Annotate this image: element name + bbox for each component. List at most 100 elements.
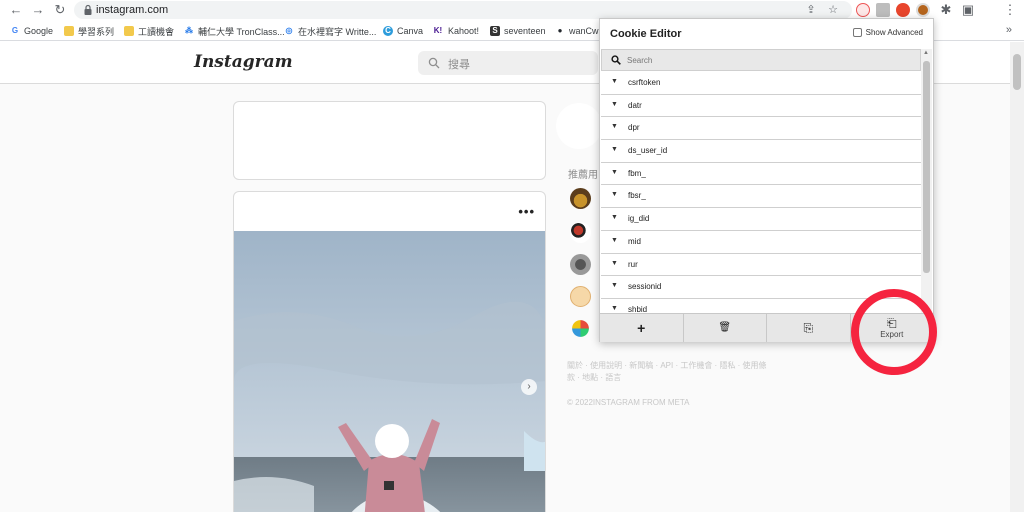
canva-icon: C bbox=[383, 26, 393, 36]
bookmark-canva[interactable]: C Canva bbox=[383, 24, 423, 38]
chevron-down-icon[interactable]: ▼ bbox=[611, 101, 618, 108]
chevron-down-icon[interactable]: ▼ bbox=[611, 191, 618, 198]
page-scrollbar[interactable] bbox=[1010, 42, 1024, 512]
chevron-down-icon[interactable]: ▼ bbox=[611, 214, 618, 221]
chevron-down-icon[interactable]: ▼ bbox=[611, 146, 618, 153]
bookmark-label: seventeen bbox=[504, 26, 546, 36]
bookmark-folder-learning[interactable]: 學習系列 bbox=[64, 24, 114, 38]
seventeen-icon: S bbox=[490, 26, 500, 36]
side-panel-icon[interactable]: ▣ bbox=[960, 2, 976, 18]
post-photo[interactable] bbox=[234, 231, 546, 512]
bookmark-tronclass[interactable]: ⁂ 輔仁大學 TronClass... bbox=[184, 24, 285, 38]
extension-icon-3[interactable] bbox=[896, 3, 910, 17]
cookie-editor-extension-icon[interactable] bbox=[916, 3, 930, 17]
bookmark-writing[interactable]: ◎ 在水裡寫字 Writte... bbox=[284, 24, 377, 38]
bookmark-label: wanCw bbox=[569, 26, 599, 36]
cookie-name: fbm_ bbox=[628, 168, 646, 178]
chevron-down-icon[interactable]: ▼ bbox=[611, 282, 618, 289]
chevron-down-icon[interactable]: ▼ bbox=[611, 78, 618, 85]
cookie-row[interactable]: ▼ fbm_ bbox=[601, 162, 921, 186]
delete-all-button[interactable]: 🗑 bbox=[684, 314, 767, 342]
github-icon: ● bbox=[557, 26, 563, 35]
share-icon[interactable]: ⇪ bbox=[804, 3, 818, 17]
import-icon: ⎘ bbox=[803, 321, 814, 335]
cookie-name: mid bbox=[628, 236, 641, 246]
cookie-row[interactable]: ▼ datr bbox=[601, 94, 921, 118]
cookie-row[interactable]: ▼ csrftoken bbox=[601, 72, 921, 95]
next-photo-icon[interactable]: › bbox=[521, 379, 537, 395]
bookmark-label: 輔仁大學 TronClass... bbox=[198, 26, 285, 37]
chevron-down-icon[interactable]: ▼ bbox=[611, 260, 618, 267]
cookie-row[interactable]: ▼ rur bbox=[601, 253, 921, 277]
profile-avatar[interactable] bbox=[556, 103, 602, 149]
cookie-name: ds_user_id bbox=[628, 146, 668, 156]
cookie-row[interactable]: ▼ dpr bbox=[601, 117, 921, 141]
search-placeholder: 搜尋 bbox=[448, 59, 470, 71]
cookie-name: datr bbox=[628, 100, 642, 110]
suggestions-title: 推薦用 bbox=[568, 170, 598, 181]
cookie-list-scrollbar[interactable]: ▲ ▼ bbox=[921, 49, 932, 313]
show-advanced-toggle[interactable]: Show Advanced bbox=[852, 28, 923, 37]
forward-icon[interactable]: → bbox=[30, 2, 46, 18]
chevron-down-icon[interactable]: ▼ bbox=[611, 123, 618, 130]
highlight-circle-annotation bbox=[851, 289, 937, 375]
page-scrollbar-thumb[interactable] bbox=[1013, 54, 1021, 90]
post-options-icon[interactable]: ••• bbox=[518, 204, 535, 219]
footer-links[interactable]: 關於 · 使用說明 · 新聞稿 · API · 工作機會 · 隱私 · 使用條款… bbox=[567, 360, 767, 384]
cookie-list-scrollbar-thumb[interactable] bbox=[923, 61, 930, 273]
cookie-row[interactable]: ▼ mid bbox=[601, 230, 921, 254]
back-icon[interactable]: ← bbox=[8, 2, 24, 18]
suggested-user-avatar-4[interactable] bbox=[570, 286, 591, 307]
chevron-down-icon[interactable]: ▼ bbox=[611, 305, 618, 312]
extension-icon-1[interactable] bbox=[856, 3, 870, 17]
bookmark-label: Canva bbox=[397, 26, 424, 36]
cookie-name: csrftoken bbox=[628, 78, 661, 87]
bookmark-folder-jobs[interactable]: 工讀機會 bbox=[124, 24, 174, 38]
bookmark-label: Google bbox=[24, 26, 54, 36]
google-icon: G bbox=[11, 26, 19, 35]
bookmark-google[interactable]: G Google bbox=[10, 24, 53, 38]
feed-post: ••• › bbox=[233, 191, 546, 512]
writing-icon: ◎ bbox=[285, 26, 293, 35]
folder-icon bbox=[124, 26, 134, 36]
cookie-name: fbsr_ bbox=[628, 191, 646, 201]
cookie-name: ig_did bbox=[628, 214, 650, 224]
cookie-name: sessionid bbox=[628, 282, 662, 292]
cookie-search-input[interactable] bbox=[627, 53, 907, 67]
tronclass-icon: ⁂ bbox=[185, 26, 193, 35]
url-text: instagram.com bbox=[96, 4, 169, 16]
address-bar[interactable]: instagram.com ⇪ ☆ bbox=[74, 1, 852, 19]
bookmark-kahoot[interactable]: K! Kahoot! bbox=[432, 24, 479, 38]
bookmark-label: 工讀機會 bbox=[138, 26, 175, 37]
instagram-logo[interactable]: Instagram bbox=[194, 52, 293, 72]
reload-icon[interactable]: ↻ bbox=[52, 2, 68, 18]
more-menu-icon[interactable]: ⋮ bbox=[1002, 2, 1018, 18]
add-cookie-button[interactable]: + bbox=[600, 314, 684, 342]
bookmarks-overflow-icon[interactable]: » bbox=[1006, 24, 1012, 36]
kahoot-icon: K! bbox=[433, 26, 443, 35]
chevron-down-icon[interactable]: ▼ bbox=[611, 169, 618, 176]
cookie-row[interactable]: ▼ fbsr_ bbox=[601, 185, 921, 209]
bookmark-seventeen[interactable]: Sseventeen bbox=[490, 24, 546, 38]
lock-icon bbox=[84, 4, 92, 15]
extension-icon-2[interactable] bbox=[876, 3, 890, 17]
cookie-search-bar bbox=[601, 49, 921, 71]
scroll-up-icon[interactable]: ▲ bbox=[923, 50, 929, 56]
suggested-user-avatar-2[interactable] bbox=[570, 222, 591, 243]
instagram-search-input[interactable]: 搜尋 bbox=[418, 51, 598, 75]
chevron-down-icon[interactable]: ▼ bbox=[611, 237, 618, 244]
bookmark-star-icon[interactable]: ☆ bbox=[826, 3, 840, 17]
suggested-user-avatar-5[interactable] bbox=[572, 320, 589, 337]
plus-icon: + bbox=[637, 320, 646, 336]
import-button[interactable]: ⎘ bbox=[767, 314, 851, 342]
cookie-row[interactable]: ▼ ds_user_id bbox=[601, 140, 921, 163]
bookmark-github[interactable]: ● wanCw bbox=[555, 24, 599, 38]
show-advanced-checkbox[interactable] bbox=[852, 28, 862, 37]
puzzle-extensions-icon[interactable]: ✱ bbox=[938, 2, 954, 18]
search-icon bbox=[611, 55, 621, 65]
suggested-user-avatar-1[interactable] bbox=[570, 188, 591, 209]
suggested-user-avatar-3[interactable] bbox=[570, 254, 591, 275]
footer-copyright: © 2022INSTAGRAM FROM META bbox=[567, 398, 690, 407]
cookie-row[interactable]: ▼ ig_did bbox=[601, 208, 921, 231]
bookmark-label: Kahoot! bbox=[448, 26, 480, 36]
